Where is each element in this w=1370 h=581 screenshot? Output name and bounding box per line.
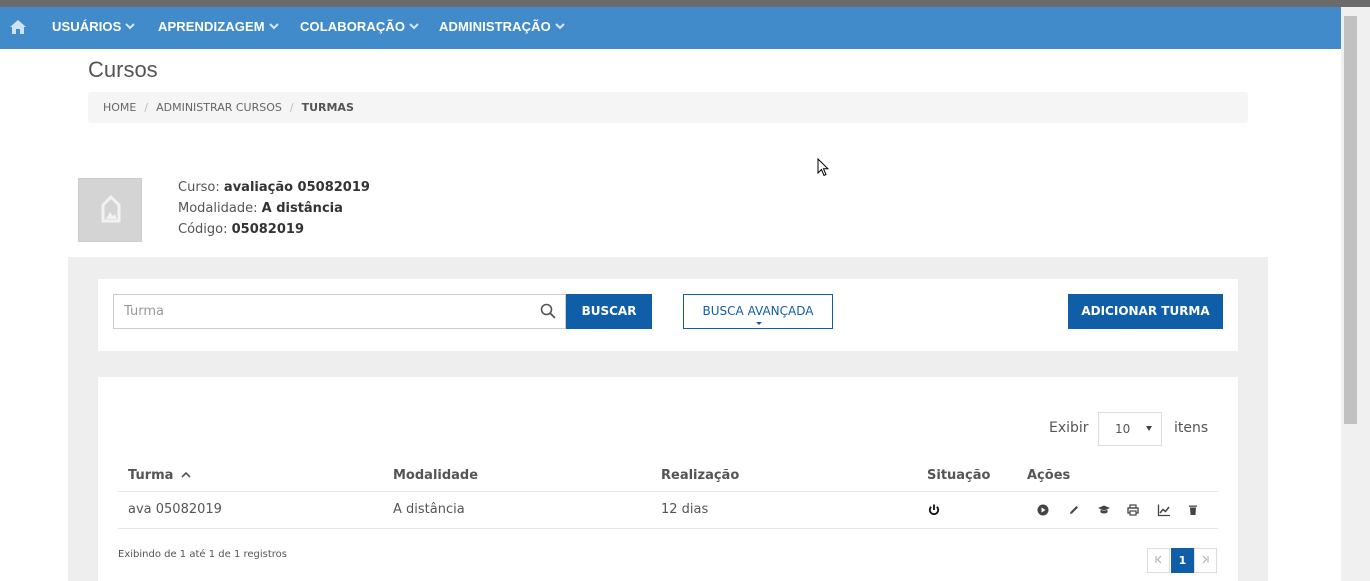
image-placeholder-icon — [101, 194, 121, 223]
breadcrumb: HOME / ADMINISTRAR CURSOS / TURMAS — [88, 92, 1248, 123]
breadcrumb-turmas: TURMAS — [301, 101, 354, 114]
trash-icon[interactable] — [1186, 503, 1200, 517]
print-icon[interactable] — [1126, 503, 1140, 517]
nav-usuarios-label: USUÁRIOS — [52, 19, 122, 34]
column-header-turma[interactable]: Turma — [128, 468, 191, 483]
chevron-down-icon — [125, 7, 136, 45]
dropdown-arrow-icon — [1146, 426, 1152, 431]
page-size-select[interactable]: 10 — [1098, 412, 1162, 446]
mouse-cursor-icon — [817, 158, 829, 177]
browser-top-strip — [0, 0, 1370, 7]
scrollbar-thumb[interactable] — [1344, 16, 1357, 424]
first-page-icon — [1155, 555, 1162, 564]
exibir-label: Exibir — [1049, 420, 1089, 436]
busca-avancada-label: BUSCA AVANÇADA — [702, 304, 814, 318]
cell-turma: ava 05082019 — [128, 502, 222, 517]
cell-modalidade: A distância — [393, 502, 465, 517]
course-info: Curso: avaliação 05082019 Modalidade: A … — [178, 177, 370, 240]
header-divider — [118, 491, 1218, 492]
nav-administracao[interactable]: ADMINISTRAÇÃO — [439, 7, 565, 49]
chevron-down-icon — [268, 7, 279, 45]
nav-aprendizagem[interactable]: APRENDIZAGEM — [158, 7, 279, 49]
nav-aprendizagem-label: APRENDIZAGEM — [158, 19, 265, 34]
power-icon[interactable] — [927, 503, 941, 517]
cell-realizacao: 12 dias — [661, 502, 709, 517]
records-summary: Exibindo de 1 até 1 de 1 registros — [118, 549, 288, 560]
column-header-acoes: Ações — [1027, 468, 1071, 483]
buscar-button[interactable]: BUSCAR — [566, 294, 652, 329]
curso-label: Curso: — [178, 180, 220, 195]
main-navbar: USUÁRIOS APRENDIZAGEM COLABORAÇÃO ADMINI… — [0, 7, 1341, 49]
itens-label: itens — [1174, 420, 1209, 436]
column-header-modalidade[interactable]: Modalidade — [393, 468, 478, 483]
breadcrumb-separator: / — [144, 101, 149, 114]
course-thumbnail — [78, 178, 142, 242]
chart-line-icon[interactable] — [1157, 503, 1171, 517]
adicionar-turma-button[interactable]: ADICIONAR TURMA — [1068, 294, 1223, 329]
play-icon[interactable] — [1036, 503, 1050, 517]
page-title: Cursos — [88, 57, 158, 82]
caret-down-icon — [756, 322, 762, 325]
busca-avancada-button[interactable]: BUSCA AVANÇADA — [683, 294, 833, 329]
sort-ascending-icon — [181, 471, 191, 478]
breadcrumb-separator: / — [289, 101, 294, 114]
nav-usuarios[interactable]: USUÁRIOS — [52, 7, 136, 49]
modalidade-label: Modalidade: — [178, 201, 258, 216]
edit-pencil-icon[interactable] — [1067, 503, 1081, 517]
column-header-situacao[interactable]: Situação — [927, 468, 990, 483]
curso-value: avaliação 05082019 — [223, 180, 370, 195]
search-input[interactable] — [113, 294, 566, 329]
codigo-label: Código: — [178, 222, 228, 237]
course-modality-line: Modalidade: A distância — [178, 198, 370, 219]
chevron-down-icon — [555, 7, 565, 45]
breadcrumb-administrar-cursos[interactable]: ADMINISTRAR CURSOS — [156, 101, 282, 114]
home-icon[interactable] — [9, 19, 27, 35]
column-header-turma-label: Turma — [128, 468, 174, 483]
course-name-line: Curso: avaliação 05082019 — [178, 177, 370, 198]
nav-administracao-label: ADMINISTRAÇÃO — [439, 19, 551, 34]
breadcrumb-home[interactable]: HOME — [103, 101, 136, 114]
pagination-page-button[interactable]: 1 — [1171, 548, 1194, 573]
nav-colaboracao[interactable]: COLABORAÇÃO — [300, 7, 419, 49]
page-size-value: 10 — [1115, 422, 1131, 436]
course-code-line: Código: 05082019 — [178, 219, 370, 240]
modalidade-value: A distância — [261, 201, 343, 216]
pagination-first-button[interactable] — [1147, 548, 1170, 573]
pagination-last-button[interactable] — [1194, 548, 1217, 573]
graduation-cap-icon[interactable] — [1097, 503, 1111, 517]
codigo-value: 05082019 — [231, 222, 304, 237]
chevron-down-icon — [409, 7, 419, 45]
nav-colaboracao-label: COLABORAÇÃO — [300, 19, 406, 34]
search-icon[interactable] — [540, 303, 556, 319]
row-divider — [118, 528, 1218, 529]
last-page-icon — [1202, 555, 1209, 564]
column-header-realizacao[interactable]: Realização — [661, 468, 739, 483]
